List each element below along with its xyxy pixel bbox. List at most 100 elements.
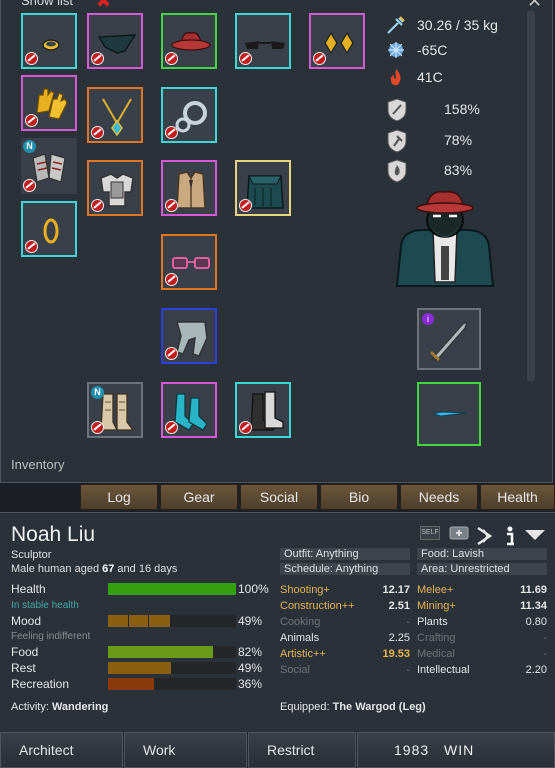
armor-heat-shield-icon <box>387 159 407 183</box>
need-recreation-value: 36% <box>238 677 263 691</box>
forbidden-icon <box>91 126 104 139</box>
badge-n-icon: N <box>23 140 36 153</box>
overlay-button[interactable]: 1983 WIN <box>357 732 555 768</box>
skill-mining-value: 11.34 <box>520 600 547 612</box>
tab-social[interactable]: Social <box>240 484 318 510</box>
gear-slot-boots[interactable] <box>235 382 291 438</box>
forbidden-icon <box>165 52 178 65</box>
tab-health[interactable]: Health <box>480 484 555 510</box>
inventory-label: Inventory <box>11 457 65 472</box>
gear-slot-earrings[interactable] <box>309 13 365 69</box>
need-mood-bar[interactable] <box>108 615 236 627</box>
skill-medical-value: - <box>543 648 547 660</box>
skill-social-name: Social <box>280 664 310 676</box>
skill-intellectual-name: Intellectual <box>417 664 470 676</box>
forbidden-icon <box>239 421 252 434</box>
close-list-icon[interactable]: ✖ <box>96 0 111 12</box>
armor-blunt-shield-icon <box>387 129 407 153</box>
need-recreation-bar[interactable] <box>108 678 236 690</box>
health-state-text: In stable health <box>11 600 79 611</box>
forbidden-icon <box>91 199 104 212</box>
gear-slot-gold-ring[interactable] <box>21 13 77 69</box>
skill-social-value: - <box>406 664 410 676</box>
inspect-tabs: Log Gear Social Bio Needs Health <box>80 484 555 511</box>
info-icon[interactable] <box>503 526 517 546</box>
gear-slot-face-mask[interactable] <box>87 13 143 69</box>
skill-plants-value: 0.80 <box>525 616 547 628</box>
mood-state-text: Feeling indifferent <box>11 631 91 642</box>
need-food-bar[interactable] <box>108 646 236 658</box>
gear-slot-glasses[interactable] <box>161 234 217 290</box>
forbidden-icon <box>239 52 252 65</box>
skill-crafting-name: Crafting <box>417 632 456 644</box>
gear-slot-gloves[interactable] <box>21 75 77 131</box>
skill-melee-name: Melee+ <box>417 584 454 596</box>
forbidden-icon <box>239 199 252 212</box>
tab-bio[interactable]: Bio <box>320 484 398 510</box>
tab-gear[interactable]: Gear <box>160 484 238 510</box>
gear-slot-chest-armor[interactable] <box>87 160 143 216</box>
skill-shooting-name: Shooting+ <box>280 584 330 596</box>
gear-slot-fur-cape[interactable] <box>235 160 291 216</box>
scrollbar[interactable] <box>525 10 537 382</box>
badge-n-icon: N <box>91 386 104 399</box>
skill-cooking-name: Cooking <box>280 616 321 628</box>
gear-slot-pants[interactable] <box>161 308 217 364</box>
restrict-button[interactable]: Restrict <box>248 732 356 768</box>
forbidden-icon <box>23 179 36 192</box>
show-list-label[interactable]: Show list <box>21 0 73 8</box>
work-button[interactable]: Work <box>124 732 247 768</box>
rename-icon[interactable] <box>523 526 547 542</box>
equipped-text: Equipped: The Wargod (Leg) <box>280 701 426 713</box>
skill-animals-name: Animals <box>280 632 320 644</box>
forbidden-icon <box>313 52 326 65</box>
weapon-slot-sword[interactable]: i <box>417 308 481 370</box>
gear-slot-vest[interactable] <box>161 160 217 216</box>
skill-mining-name: Mining+ <box>417 600 456 612</box>
tab-log[interactable]: Log <box>80 484 158 510</box>
medical-icon[interactable] <box>449 526 469 540</box>
gear-panel: Show list ✖ ✕ N N i 30.26 / 35 kg -65C 4… <box>0 0 553 483</box>
faction-icon[interactable] <box>475 526 493 546</box>
gear-slot-socks[interactable] <box>161 382 217 438</box>
gear-slot-power-gauntlets[interactable]: N <box>21 138 77 194</box>
area-policy[interactable]: Area: Unrestricted <box>417 563 547 575</box>
need-health-bar[interactable] <box>108 583 236 595</box>
armor-heat-value: 83% <box>444 162 473 178</box>
skill-crafting-value: - <box>543 632 547 644</box>
weapon-slot-knife[interactable] <box>417 382 481 446</box>
self-tend-icon[interactable]: SELF <box>420 526 440 540</box>
skill-medical-name: Medical <box>417 648 455 660</box>
skill-plants-name: Plants <box>417 616 448 628</box>
mass-icon <box>387 16 405 34</box>
need-food-label: Food <box>11 645 39 659</box>
gear-slot-sunglasses[interactable] <box>235 13 291 69</box>
skill-animals-value: 2.25 <box>388 632 410 644</box>
activity-text: Activity: Wandering <box>11 701 109 713</box>
need-rest-value: 49% <box>238 661 263 675</box>
pawn-name[interactable]: Noah Liu <box>11 523 95 547</box>
info-badge-icon: i <box>422 313 434 325</box>
gear-slot-cowboy-hat[interactable] <box>161 13 217 69</box>
tab-needs[interactable]: Needs <box>400 484 478 510</box>
skill-construction-name: Construction++ <box>280 600 355 612</box>
outfit-policy[interactable]: Outfit: Anything <box>280 548 410 560</box>
schedule-policy[interactable]: Schedule: Anything <box>280 563 410 575</box>
skill-construction-value: 2.51 <box>388 600 410 612</box>
need-rest-bar[interactable] <box>108 662 236 674</box>
gear-slot-ring[interactable] <box>21 201 77 257</box>
gear-slot-necklace[interactable] <box>87 87 143 143</box>
skill-melee-value: 11.69 <box>520 584 547 596</box>
scrollbar-thumb[interactable] <box>527 10 535 382</box>
architect-button[interactable]: Architect <box>0 732 123 768</box>
need-food-value: 82% <box>238 645 263 659</box>
gear-slot-handcuffs[interactable] <box>161 87 217 143</box>
armor-sharp-value: 158% <box>444 101 480 117</box>
gear-slot-armored-boots[interactable]: N <box>87 382 143 438</box>
sword-icon <box>429 320 469 362</box>
armor-sharp-shield-icon <box>387 98 407 122</box>
skill-intellectual-value: 2.20 <box>525 664 547 676</box>
food-policy[interactable]: Food: Lavish <box>417 548 547 560</box>
pawn-title: Sculptor <box>11 549 52 561</box>
forbidden-icon <box>25 240 38 253</box>
